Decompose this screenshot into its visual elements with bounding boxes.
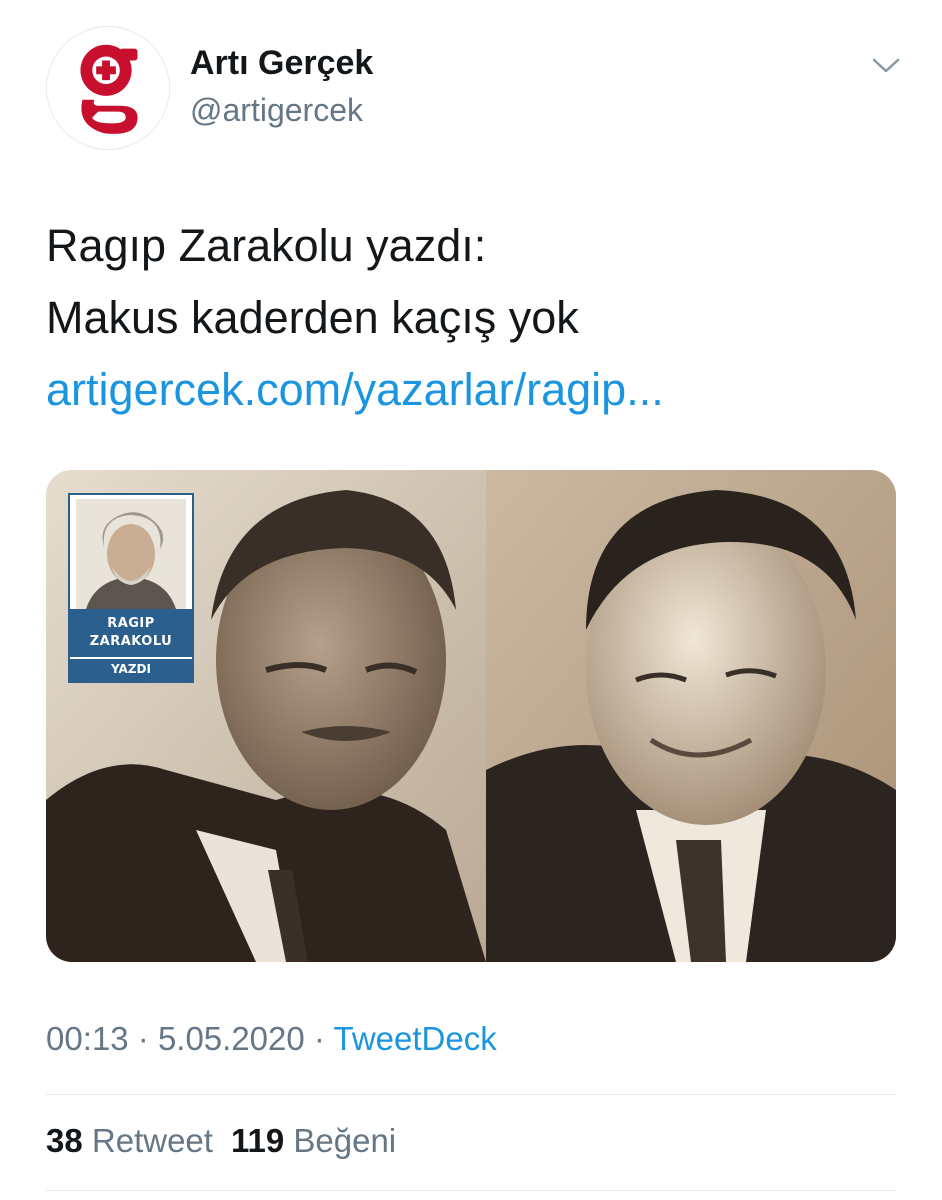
- divider: [46, 1094, 896, 1095]
- author-badge-label: YAZDI: [70, 657, 192, 681]
- display-name[interactable]: Artı Gerçek: [190, 44, 373, 83]
- divider: [46, 1190, 896, 1191]
- tweet-text-line-2: Makus kaderden kaçış yok: [46, 292, 579, 343]
- account-avatar[interactable]: [46, 26, 170, 150]
- retweet-stat[interactable]: 38 Retweet: [46, 1122, 213, 1159]
- author-name-label: RAGIP ZARAKOLU: [70, 609, 192, 657]
- author-name-line-2: ZARAKOLU: [89, 634, 173, 649]
- tweet-stats: 38 Retweet 119 Beğeni: [46, 1122, 396, 1160]
- tweet-time[interactable]: 00:13: [46, 1020, 129, 1057]
- author-photo: [76, 499, 186, 609]
- tweet-link[interactable]: artigercek.com/yazarlar/ragip...: [46, 364, 664, 415]
- tweet-text: Ragıp Zarakolu yazdı: Makus kaderden kaç…: [46, 210, 906, 426]
- tweet-source-link[interactable]: TweetDeck: [334, 1020, 497, 1057]
- artigercek-logo-icon: [47, 27, 169, 149]
- account-handle[interactable]: @artigercek: [190, 92, 363, 129]
- chevron-down-icon[interactable]: [868, 50, 904, 80]
- tweet-text-line-1: Ragıp Zarakolu yazdı:: [46, 220, 487, 271]
- like-stat[interactable]: 119 Beğeni: [231, 1122, 396, 1159]
- like-label: Beğeni: [293, 1122, 397, 1159]
- like-count: 119: [230, 1122, 285, 1159]
- tweet-date[interactable]: 5.05.2020: [158, 1020, 305, 1057]
- meta-separator-2: ·: [313, 1020, 325, 1057]
- retweet-label: Retweet: [91, 1122, 213, 1159]
- meta-separator: ·: [137, 1020, 149, 1057]
- tweet-meta: 00:13 · 5.05.2020 · TweetDeck: [46, 1020, 497, 1058]
- author-name-line-1: RAGIP: [107, 616, 155, 631]
- retweet-count: 38: [46, 1122, 83, 1159]
- author-badge: RAGIP ZARAKOLU YAZDI: [68, 493, 194, 683]
